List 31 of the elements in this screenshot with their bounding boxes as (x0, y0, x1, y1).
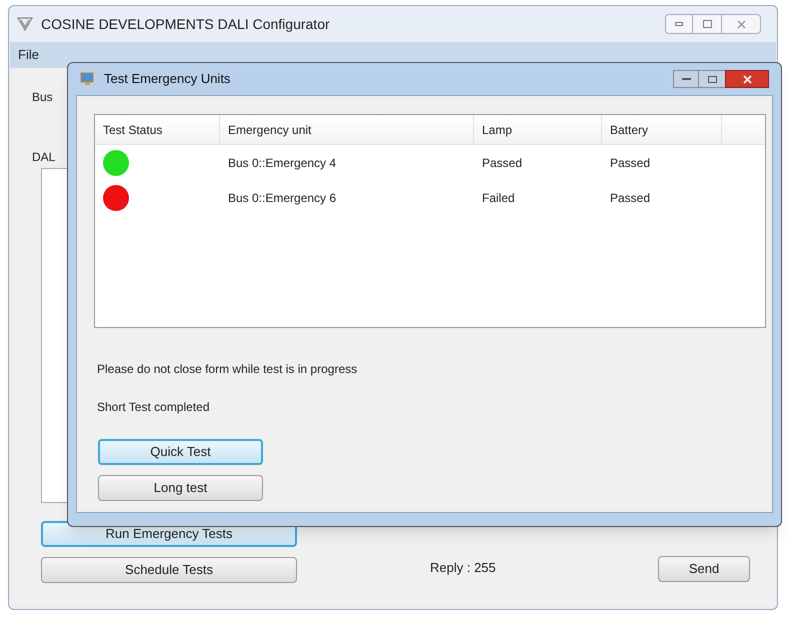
column-header[interactable]: Emergency unit (220, 115, 474, 144)
table-cell-text: Passed (481, 154, 524, 172)
column-header[interactable]: Battery (602, 115, 722, 144)
notice-text: Please do not close form while test is in progress (97, 361, 358, 378)
column-header[interactable]: Test Status (95, 115, 220, 144)
reply-text: Reply : 255 (430, 559, 496, 577)
table-cell-text: Passed (609, 154, 652, 172)
group-label: DAL (32, 149, 56, 166)
menu-item[interactable]: File (18, 45, 39, 65)
send-button[interactable]: Send (658, 556, 750, 582)
maximize-button[interactable] (699, 70, 725, 88)
maximize-button[interactable] (693, 14, 721, 34)
table-cell-text: Failed (481, 190, 516, 206)
close-icon (742, 74, 752, 84)
dialog-title: Test Emergency Units (104, 70, 230, 88)
monitor-icon (80, 72, 96, 86)
table-cell-text: Passed (609, 190, 652, 206)
action-button[interactable]: Schedule Tests (41, 557, 297, 583)
minimize-button[interactable] (665, 14, 693, 34)
close-icon (736, 20, 746, 28)
app-logo-icon (17, 16, 33, 32)
action-button[interactable]: Long test (98, 475, 263, 501)
status-text: Short Test completed (97, 399, 210, 416)
tab-label[interactable]: Bus (32, 88, 53, 106)
minimize-button[interactable] (673, 70, 699, 88)
close-button[interactable] (725, 70, 769, 88)
column-header[interactable]: Lamp (474, 115, 602, 144)
action-button[interactable]: Quick Test (98, 439, 263, 465)
table-cell-text: Bus 0::Emergency 6 (227, 190, 338, 206)
table-cell-text: Bus 0::Emergency 4 (227, 154, 338, 172)
window-title: COSINE DEVELOPMENTS DALI Configurator (41, 14, 330, 34)
